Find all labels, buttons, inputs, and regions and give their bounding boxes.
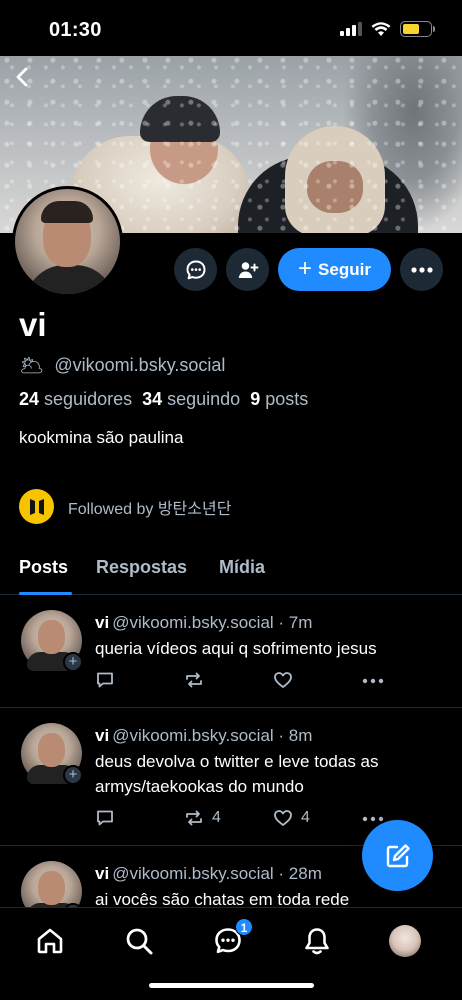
message-button[interactable] <box>174 248 217 291</box>
post-meta: @vikoomi.bsky.social · 28m <box>112 864 322 883</box>
post-avatar[interactable]: + <box>21 723 83 785</box>
nav-search[interactable] <box>122 924 156 958</box>
home-indicator <box>149 983 314 988</box>
handle-row: 🌥 @vikoomi.bsky.social <box>19 353 225 378</box>
profile-avatar[interactable] <box>12 186 123 297</box>
heart-icon <box>274 810 292 826</box>
chat-unread-badge: 1 <box>235 918 253 936</box>
home-icon <box>37 928 63 954</box>
followed-by-avatar <box>19 489 54 524</box>
post-avatar[interactable]: + <box>21 610 83 672</box>
bts-logo-icon <box>29 498 44 515</box>
chat-bubble-icon <box>186 260 205 279</box>
signal-icon <box>340 22 362 36</box>
plus-icon: + <box>298 254 313 282</box>
post-actions: 4 4 <box>95 808 395 832</box>
post-meta: @vikoomi.bsky.social · 8m <box>112 726 313 745</box>
ellipsis-icon <box>410 266 433 273</box>
person-plus-icon <box>238 261 258 278</box>
post-item[interactable]: + vi @vikoomi.bsky.social · 7m queria víd… <box>0 596 462 708</box>
sun-behind-cloud-icon: 🌥 <box>19 355 45 377</box>
status-time: 01:30 <box>49 19 102 41</box>
follow-plus-badge[interactable]: + <box>63 652 83 672</box>
profile-handle: @vikoomi.bsky.social <box>54 355 226 375</box>
reply-icon <box>97 672 113 688</box>
profile-bio: kookmina são paulina <box>19 428 184 447</box>
nav-profile-avatar <box>389 925 421 957</box>
profile-tabs: Posts Respostas Mídia <box>0 555 462 595</box>
status-icons <box>340 21 435 37</box>
like-button[interactable] <box>273 670 301 690</box>
follow-button[interactable]: + Seguir <box>278 248 391 291</box>
post-avatar[interactable]: + <box>21 861 83 907</box>
follow-button-label: Seguir <box>318 259 371 279</box>
pencil-square-icon <box>386 843 410 867</box>
compose-button[interactable] <box>362 820 433 891</box>
nav-chat[interactable]: 1 <box>211 918 253 958</box>
followed-by-row[interactable]: Followed by 방탄소년단 <box>19 489 231 524</box>
followed-by-text: Followed by 방탄소년단 <box>68 500 232 518</box>
post-header: vi @vikoomi.bsky.social · 28m <box>95 864 322 884</box>
wifi-icon <box>371 21 391 36</box>
heart-icon <box>274 672 292 688</box>
reply-button[interactable] <box>95 670 115 690</box>
more-options-button[interactable] <box>400 248 443 291</box>
profile-stats: 24 seguidores 34 seguindo 9 posts <box>19 389 308 410</box>
bell-icon <box>305 928 329 955</box>
post-meta: @vikoomi.bsky.social · 7m <box>112 613 313 632</box>
back-arrow-icon[interactable] <box>12 66 34 88</box>
search-icon <box>126 928 153 955</box>
ellipsis-icon <box>362 816 384 822</box>
post-more-button[interactable] <box>362 816 384 822</box>
status-bar: 01:30 <box>0 0 462 56</box>
post-text: queria vídeos aqui q sofrimento jesus <box>95 639 377 658</box>
post-author-name: vi <box>95 613 110 632</box>
like-count: 4 <box>301 809 310 826</box>
repost-icon <box>186 672 202 688</box>
repost-count: 4 <box>212 809 221 826</box>
nav-home[interactable] <box>33 924 67 958</box>
repost-button[interactable] <box>184 670 212 690</box>
display-name: vi <box>19 306 47 343</box>
nav-profile[interactable] <box>388 924 422 958</box>
following-stat[interactable]: 34 seguindo <box>142 389 240 410</box>
post-more-button[interactable] <box>362 678 384 684</box>
battery-icon <box>400 21 435 37</box>
repost-icon <box>186 810 202 826</box>
post-author-name: vi <box>95 726 110 745</box>
reply-button[interactable] <box>95 808 115 828</box>
post-header: vi @vikoomi.bsky.social · 7m <box>95 613 312 633</box>
ellipsis-icon <box>362 678 384 684</box>
like-button[interactable]: 4 <box>273 808 310 828</box>
follow-plus-badge[interactable]: + <box>63 765 83 785</box>
followers-stat[interactable]: 24 seguidores <box>19 389 132 410</box>
tab-posts[interactable]: Posts <box>19 557 68 578</box>
post-author-name: vi <box>95 864 110 883</box>
posts-stat: 9 posts <box>250 389 309 409</box>
reply-icon <box>97 810 113 826</box>
repost-button[interactable]: 4 <box>184 808 221 828</box>
post-actions <box>95 670 395 694</box>
tab-respostas[interactable]: Respostas <box>96 557 187 578</box>
nav-notifications[interactable] <box>300 924 334 958</box>
tab-midia[interactable]: Mídia <box>219 557 265 578</box>
active-tab-indicator <box>19 592 72 595</box>
post-header: vi @vikoomi.bsky.social · 8m <box>95 726 312 746</box>
post-text: deus devolva o twitter e leve todas as a… <box>95 752 379 796</box>
add-to-list-button[interactable] <box>226 248 269 291</box>
